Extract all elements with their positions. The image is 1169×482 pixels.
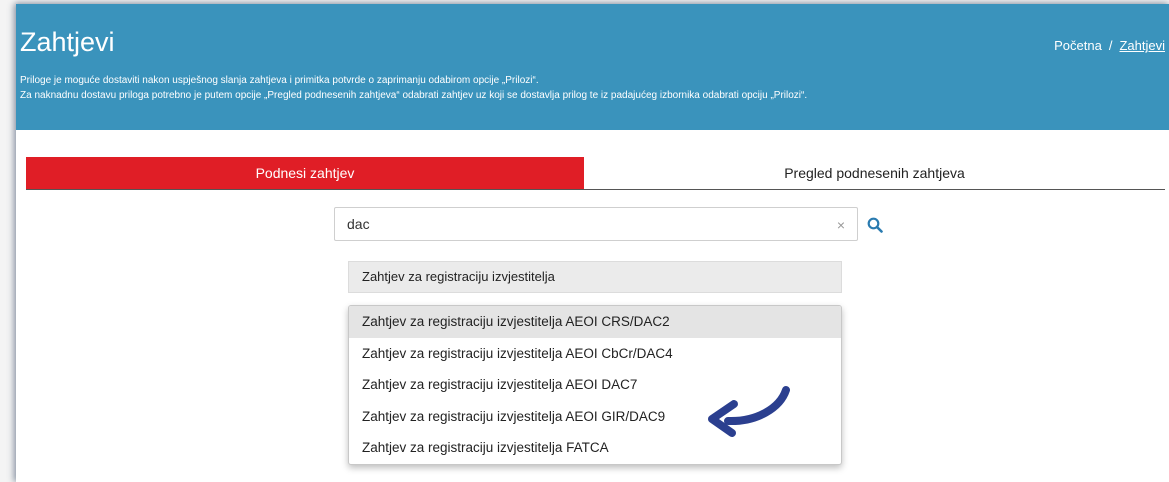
option-cbcr-dac4[interactable]: Zahtjev za registraciju izvjestitelja AE… — [349, 338, 841, 370]
breadcrumb: Početna / Zahtjevi — [1054, 38, 1165, 53]
info-line-1: Priloge je moguće dostaviti nakon uspješ… — [20, 75, 539, 86]
pointer-arrow-icon — [702, 382, 802, 440]
tab-submit-request[interactable]: Podnesi zahtjev — [26, 157, 584, 189]
tab-submitted-requests[interactable]: Pregled podnesenih zahtjeva — [584, 157, 1165, 189]
search-icon[interactable] — [867, 217, 883, 233]
category-header: Zahtjev za registraciju izvjestitelja — [348, 261, 842, 293]
page-header: Zahtjevi Početna / Zahtjevi Priloge je mog… — [16, 4, 1169, 130]
clear-icon[interactable]: × — [837, 217, 845, 233]
breadcrumb-home[interactable]: Početna — [1054, 38, 1102, 53]
breadcrumb-separator: / — [1108, 38, 1113, 53]
search-box: × — [334, 207, 858, 241]
info-line-2: Za naknadnu dostavu priloga potrebno je … — [20, 89, 808, 101]
search-input[interactable] — [335, 208, 815, 240]
page-frame: Zahtjevi Početna / Zahtjevi Priloge je mog… — [16, 4, 1169, 482]
option-crs-dac2[interactable]: Zahtjev za registraciju izvjestitelja AE… — [349, 306, 841, 338]
breadcrumb-current[interactable]: Zahtjevi — [1119, 38, 1165, 53]
info-text: Priloge je moguće dostaviti nakon uspješ… — [20, 74, 807, 103]
page-title: Zahtjevi — [20, 27, 115, 57]
tab-bar: Podnesi zahtjev Pregled podnesenih zahtj… — [26, 157, 1165, 190]
